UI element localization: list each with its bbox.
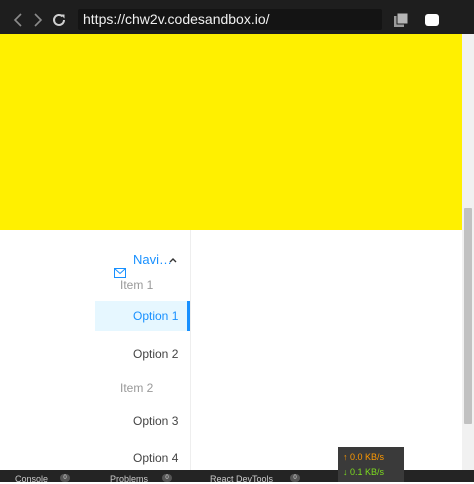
address-bar[interactable]: https://chw2v.codesandbox.io/ — [78, 9, 382, 30]
react-devtools-count-badge: 0 — [290, 474, 300, 482]
tab-console[interactable]: Console — [15, 475, 48, 484]
menu-item-option-2[interactable]: Option 2 — [95, 339, 190, 369]
browser-toolbar: https://chw2v.codesandbox.io/ — [0, 6, 474, 34]
chevron-left-icon[interactable] — [10, 11, 26, 29]
scroll-thumb[interactable] — [464, 208, 472, 424]
menu-item-option-3[interactable]: Option 3 — [95, 406, 190, 436]
navigation-menu: Navi… Item 1 Option 1 Option 2 Item 2 Op… — [95, 230, 191, 470]
copy-icon[interactable] — [394, 12, 409, 27]
reload-icon[interactable] — [51, 11, 67, 29]
caret-up-icon[interactable] — [169, 240, 177, 281]
network-speed-widget: ↑ 0.0 KB/s ↓ 0.1 KB/s — [338, 447, 404, 482]
menu-group-title: Item 1 — [120, 278, 154, 292]
submenu-navigation[interactable]: Navi… — [95, 240, 190, 280]
console-count-badge: 0 — [60, 474, 70, 482]
upload-speed: ↑ 0.0 KB/s — [343, 452, 385, 462]
mail-icon — [114, 254, 126, 278]
problems-count-badge: 0 — [162, 474, 172, 482]
tab-problems[interactable]: Problems — [110, 475, 148, 484]
chevron-right-icon[interactable] — [30, 11, 46, 29]
tab-react-devtools[interactable]: React DevTools — [210, 475, 273, 484]
window-icon[interactable] — [425, 14, 439, 26]
submenu-label: Navi… — [133, 252, 173, 267]
menu-item-option-1[interactable]: Option 1 — [95, 301, 190, 331]
menu-item-option-4[interactable]: Option 4 — [95, 443, 190, 473]
yellow-banner — [0, 34, 462, 230]
menu-group-title: Item 2 — [120, 381, 154, 395]
download-speed: ↓ 0.1 KB/s — [343, 467, 385, 477]
scrollbar[interactable] — [462, 34, 474, 470]
